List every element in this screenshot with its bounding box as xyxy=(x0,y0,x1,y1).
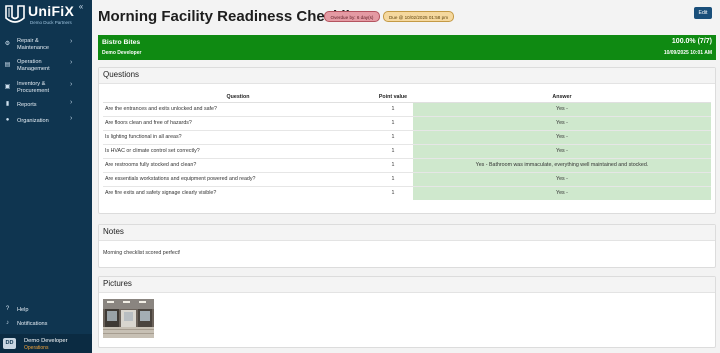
answer-cell: Yes - Bathroom was immaculate, everythin… xyxy=(413,157,711,172)
overdue-badge: Overdue by: 6 day(s) xyxy=(324,11,380,22)
card-title: Questions xyxy=(103,70,140,79)
user-profile[interactable]: DD Demo Developer Operations xyxy=(0,334,92,353)
point-value-cell: 1 xyxy=(373,171,413,186)
table-row: Are fire exits and safety signage clearl… xyxy=(103,185,711,200)
answer-cell: Yes - xyxy=(413,129,711,144)
bar-chart-icon: ▮ xyxy=(5,101,10,107)
answer-cell: Yes - xyxy=(413,143,711,158)
sidebar-item-operation-management[interactable]: ▤ Operation Management › xyxy=(0,58,92,74)
completed-by: Demo Developer xyxy=(102,50,142,56)
gear-icon: ⚙ xyxy=(4,41,11,47)
table-row: Is HVAC or climate control set correctly… xyxy=(103,143,711,158)
due-date-badge: Due @ 10/02/2025 01:58 pm xyxy=(383,11,454,22)
pictures-card: Pictures xyxy=(98,276,716,348)
point-value-cell: 1 xyxy=(373,129,413,144)
questions-card: Questions Question Point value Answer Ar… xyxy=(98,67,716,214)
card-title: Notes xyxy=(103,227,124,236)
table-row: Are floors clean and free of hazards? 1 … xyxy=(103,115,711,130)
answer-cell: Yes - xyxy=(413,101,711,116)
question-cell: Are floors clean and free of hazards? xyxy=(103,115,373,130)
restroom-photo-image xyxy=(103,299,154,338)
location-name: Bistro Bites xyxy=(102,39,141,46)
table-row: Are the entrances and exits unlocked and… xyxy=(103,101,711,116)
logo-text: UniFiX xyxy=(28,3,75,19)
chevron-right-icon: › xyxy=(70,59,73,66)
question-cell: Is HVAC or climate control set correctly… xyxy=(103,143,373,158)
notes-text: Morning checklist scored perfect! xyxy=(103,250,181,256)
card-header: Questions xyxy=(99,68,715,84)
sidebar-item-notifications[interactable]: ♪ Notifications xyxy=(0,319,92,329)
card-header: Pictures xyxy=(99,277,715,293)
answer-cell: Yes - xyxy=(413,115,711,130)
sidebar-item-help[interactable]: ? Help xyxy=(0,305,92,315)
avatar: DD xyxy=(3,338,16,349)
unifix-logo-icon xyxy=(5,5,25,23)
sidebar-item-label: Repair & Maintenance xyxy=(17,38,50,51)
column-header-point-value: Point value xyxy=(373,92,413,103)
question-cell: Are restrooms fully stocked and clean? xyxy=(103,157,373,172)
table-row: Is lighting functional in all areas? 1 Y… xyxy=(103,129,711,144)
chevron-right-icon: › xyxy=(70,81,73,88)
question-cell: Are essentials workstations and equipmen… xyxy=(103,171,373,186)
chevron-right-icon: › xyxy=(70,38,73,45)
clipboard-icon: ▤ xyxy=(4,62,11,68)
chevron-right-icon: › xyxy=(70,99,73,106)
app-logo[interactable]: UniFiX Demo Duck Partners xyxy=(4,3,74,29)
box-icon: ▣ xyxy=(4,84,11,90)
sidebar-item-organization[interactable]: ● Organization › xyxy=(0,115,92,126)
question-cell: Is lighting functional in all areas? xyxy=(103,129,373,144)
user-role: Operations xyxy=(24,345,49,351)
sidebar-collapse-button[interactable]: « xyxy=(75,2,87,12)
point-value-cell: 1 xyxy=(373,143,413,158)
question-cell: Are fire exits and safety signage clearl… xyxy=(103,185,373,200)
edit-button[interactable]: Edit xyxy=(694,7,712,19)
sidebar-item-label: Inventory & Procurement xyxy=(17,81,50,94)
sidebar-item-inventory-procurement[interactable]: ▣ Inventory & Procurement › xyxy=(0,80,92,96)
card-header: Notes xyxy=(99,225,715,241)
questions-table: Question Point value Answer Are the entr… xyxy=(103,92,711,200)
sidebar-item-label: Reports xyxy=(17,102,37,108)
people-icon: ● xyxy=(5,117,10,123)
sidebar-item-label: Notifications xyxy=(17,321,48,327)
logo-subtitle: Demo Duck Partners xyxy=(30,20,72,25)
table-row: Are restrooms fully stocked and clean? 1… xyxy=(103,157,711,172)
completed-date: 10/09/2025 10:01 AM xyxy=(663,50,712,56)
bell-icon: ♪ xyxy=(6,320,9,326)
point-value-cell: 1 xyxy=(373,185,413,200)
point-value-cell: 1 xyxy=(373,157,413,172)
point-value-cell: 1 xyxy=(373,101,413,116)
point-value-cell: 1 xyxy=(373,115,413,130)
help-icon: ? xyxy=(5,306,10,312)
card-title: Pictures xyxy=(103,279,132,288)
result-banner: Bistro Bites 100.0% (7/7) Demo Developer… xyxy=(98,35,716,60)
sidebar-item-reports[interactable]: ▮ Reports › xyxy=(0,99,92,110)
sidebar: UniFiX Demo Duck Partners « ⚙ Repair & M… xyxy=(0,0,92,353)
question-cell: Are the entrances and exits unlocked and… xyxy=(103,101,373,116)
chevron-right-icon: › xyxy=(70,115,73,122)
answer-cell: Yes - xyxy=(413,185,711,200)
notes-card: Notes Morning checklist scored perfect! xyxy=(98,224,716,268)
sidebar-item-label: Help xyxy=(17,307,29,313)
user-name: Demo Developer xyxy=(24,338,68,344)
score: 100.0% (7/7) xyxy=(671,38,712,45)
answer-cell: Yes - xyxy=(413,171,711,186)
sidebar-item-label: Operation Management xyxy=(17,59,50,72)
column-header-question: Question xyxy=(103,92,373,103)
column-header-answer: Answer xyxy=(413,92,711,103)
table-row: Are essentials workstations and equipmen… xyxy=(103,171,711,186)
picture-thumbnail[interactable] xyxy=(103,299,154,338)
sidebar-item-label: Organization xyxy=(17,118,49,124)
sidebar-item-repair-maintenance[interactable]: ⚙ Repair & Maintenance › xyxy=(0,37,92,53)
